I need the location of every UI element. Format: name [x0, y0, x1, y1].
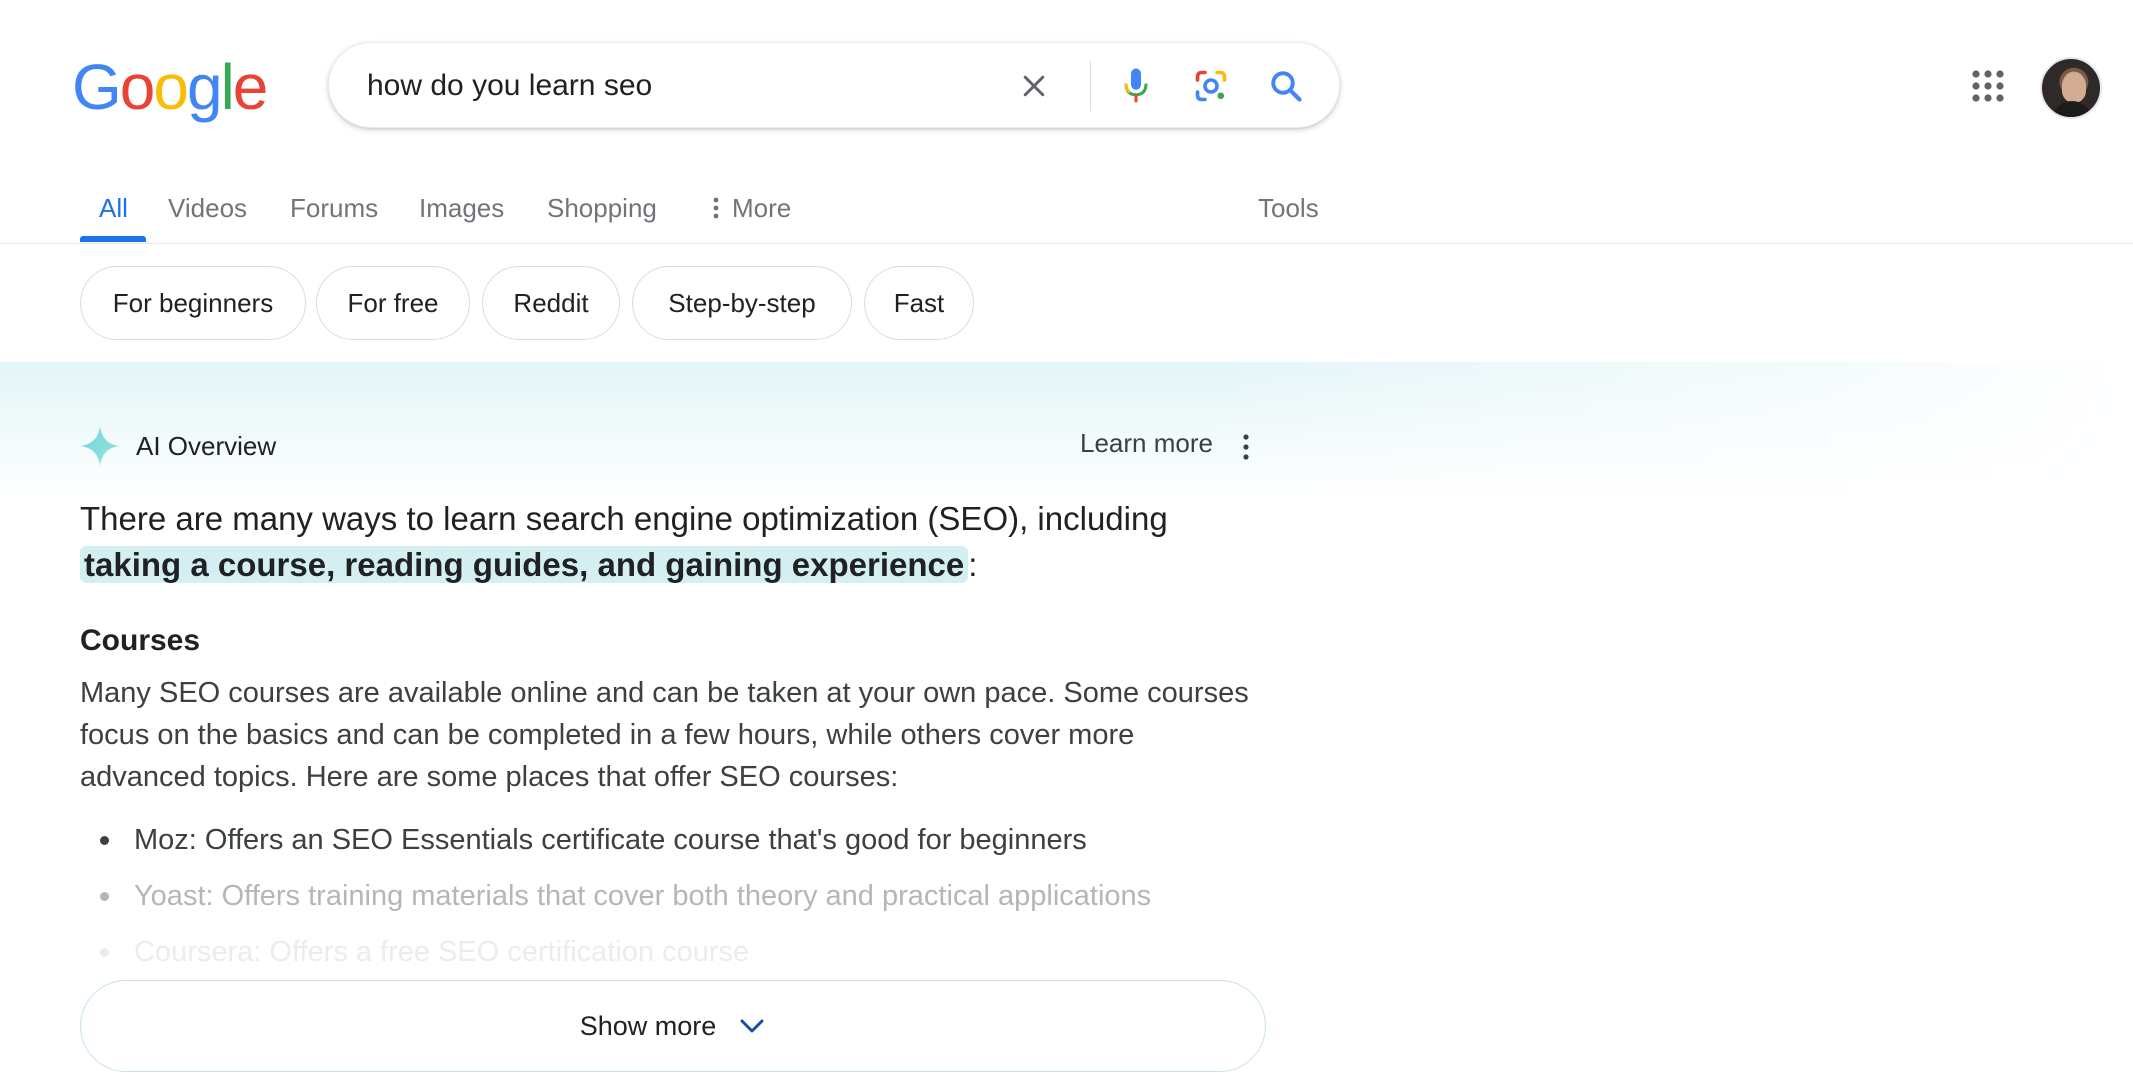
list-item: Yoast: Offers training materials that co… — [100, 868, 1260, 924]
show-more-label: Show more — [579, 1010, 717, 1041]
search-box[interactable]: how do you learn seo — [328, 42, 1340, 128]
search-input[interactable]: how do you learn seo — [367, 43, 652, 129]
list-item: Moz: Offers an SEO Essentials certificat… — [100, 812, 1260, 868]
logo-letter: e — [232, 51, 269, 123]
course-list: Moz: Offers an SEO Essentials certificat… — [100, 812, 1260, 980]
search-icon[interactable] — [1261, 43, 1311, 129]
chip-reddit[interactable]: Reddit — [482, 266, 620, 340]
account-avatar[interactable] — [2040, 57, 2102, 119]
tab-images[interactable]: Images — [419, 188, 504, 228]
logo-letter: G — [72, 51, 122, 123]
tab-videos[interactable]: Videos — [168, 188, 247, 228]
header: G o o g l e how do you learn seo — [0, 0, 2133, 170]
chip-fast[interactable]: Fast — [864, 266, 974, 340]
tools-button[interactable]: Tools — [1258, 188, 1319, 228]
google-logo[interactable]: G o o g l e — [72, 51, 269, 123]
clear-icon[interactable] — [1009, 43, 1059, 129]
tab-more-label: More — [732, 193, 792, 223]
chip-step-by-step[interactable]: Step-by-step — [632, 266, 852, 340]
tab-shopping[interactable]: Shopping — [547, 188, 657, 228]
search-tabs: All Videos Forums Images Shopping More T… — [0, 170, 2133, 244]
logo-letter: o — [153, 51, 189, 123]
tab-all[interactable]: All — [99, 188, 128, 228]
ai-overview-summary: There are many ways to learn search engi… — [80, 496, 1260, 588]
tab-forums[interactable]: Forums — [290, 188, 378, 228]
section-heading-courses: Courses — [80, 624, 201, 657]
chevron-down-icon — [740, 1019, 764, 1033]
more-vert-icon — [713, 197, 719, 219]
show-more-button[interactable]: Show more — [80, 980, 1266, 1072]
search-divider — [1090, 61, 1091, 111]
summary-text: There are many ways to learn search engi… — [80, 500, 1168, 537]
chip-for-free[interactable]: For free — [316, 266, 470, 340]
lens-camera-icon[interactable] — [1186, 43, 1236, 129]
logo-letter: o — [119, 51, 156, 123]
ai-overview-title: AI Overview — [136, 430, 277, 461]
learn-more-link[interactable]: Learn more — [1080, 428, 1213, 459]
more-options-icon[interactable] — [1236, 432, 1256, 462]
microphone-icon[interactable] — [1111, 43, 1161, 129]
list-item: Coursera: Offers a free SEO certificatio… — [100, 924, 1260, 980]
summary-punct: : — [968, 546, 978, 583]
ai-overview-background — [0, 362, 2133, 502]
tab-more[interactable]: More — [712, 188, 791, 228]
ai-overview-header: AI Overview — [80, 424, 276, 468]
summary-highlight: taking a course, reading guides, and gai… — [80, 546, 969, 583]
avatar-shirt — [2052, 101, 2092, 117]
logo-letter: l — [220, 51, 235, 123]
chip-for-beginners[interactable]: For beginners — [80, 266, 306, 340]
active-tab-indicator — [80, 236, 146, 242]
logo-letter: g — [186, 51, 223, 123]
google-apps-icon[interactable] — [1968, 66, 2008, 106]
avatar-face — [2062, 73, 2086, 103]
gemini-sparkle-icon — [80, 426, 120, 466]
section-paragraph: Many SEO courses are available online an… — [80, 677, 1249, 793]
